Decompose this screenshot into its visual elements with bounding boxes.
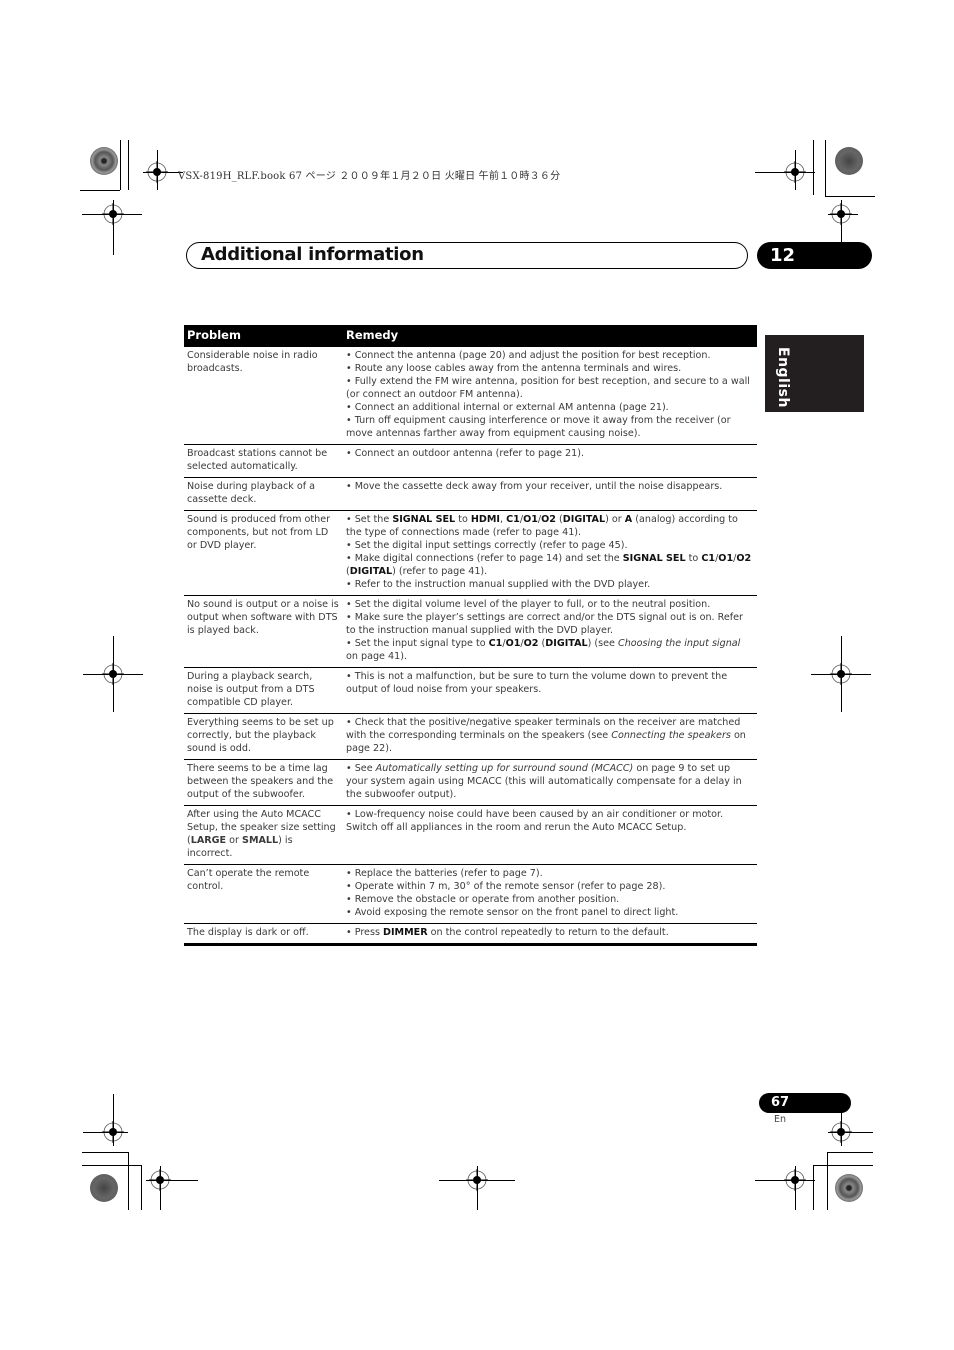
remedy-cell: • Set the digital volume level of the pl… bbox=[343, 595, 757, 668]
table-row: Considerable noise in radio broadcasts. •… bbox=[184, 347, 757, 445]
remedy-item: • Turn off equipment causing interferenc… bbox=[346, 415, 731, 439]
remedy-cell: • Check that the positive/negative speak… bbox=[343, 713, 757, 760]
remedy-item: • Refer to the instruction manual suppli… bbox=[346, 579, 651, 590]
problem-cell: Can’t operate the remote control. bbox=[184, 864, 343, 924]
remedy-item: • Route any loose cables away from the a… bbox=[346, 363, 682, 374]
problem-cell: Considerable noise in radio broadcasts. bbox=[184, 347, 343, 445]
table-row: Sound is produced from other components,… bbox=[184, 510, 757, 596]
color-target-icon bbox=[90, 147, 118, 175]
table-row: Noise during playback of a cassette deck… bbox=[184, 477, 757, 511]
remedy-item: • Connect an additional internal or exte… bbox=[346, 402, 669, 413]
table-row: The display is dark or off. • Press DIMME… bbox=[184, 923, 757, 946]
remedy-item: • Operate within 7 m, 30° of the remote … bbox=[346, 881, 666, 892]
problem-cell: There seems to be a time lag between the… bbox=[184, 759, 343, 806]
remedy-item: • Fully extend the FM wire antenna, posi… bbox=[346, 376, 750, 400]
remedy-item: • Move the cassette deck away from your … bbox=[346, 481, 723, 492]
column-header-problem: Problem bbox=[184, 325, 343, 347]
remedy-item: • Press DIMMER on the control repeatedly… bbox=[346, 927, 669, 938]
remedy-item: • Check that the positive/negative speak… bbox=[346, 717, 746, 754]
problem-cell: Noise during playback of a cassette deck… bbox=[184, 477, 343, 511]
remedy-item: • Set the SIGNAL SEL to HDMI, C1/O1/O2 (… bbox=[346, 514, 738, 538]
remedy-cell: • Set the SIGNAL SEL to HDMI, C1/O1/O2 (… bbox=[343, 510, 757, 596]
remedy-item: • This is not a malfunction, but be sure… bbox=[346, 671, 728, 695]
table-row: After using the Auto MCACC Setup, the sp… bbox=[184, 805, 757, 865]
table-row: Can’t operate the remote control. • Repla… bbox=[184, 864, 757, 924]
remedy-item: • Set the digital input settings correct… bbox=[346, 540, 628, 551]
problem-cell: No sound is output or a noise is output … bbox=[184, 595, 343, 668]
remedy-item: • Set the digital volume level of the pl… bbox=[346, 599, 711, 610]
remedy-cell: • Press DIMMER on the control repeatedly… bbox=[343, 923, 757, 946]
language-tab-label: English bbox=[775, 347, 791, 408]
remedy-item: • Make sure the player’s settings are co… bbox=[346, 612, 743, 636]
remedy-item: • Set the input signal type to C1/O1/O2 … bbox=[346, 638, 741, 662]
remedy-cell: • Connect an outdoor antenna (refer to p… bbox=[343, 444, 757, 478]
remedy-item: • Connect an outdoor antenna (refer to p… bbox=[346, 448, 585, 459]
remedy-item: • Remove the obstacle or operate from an… bbox=[346, 894, 620, 905]
table-row: There seems to be a time lag between the… bbox=[184, 759, 757, 806]
chapter-title: Additional information bbox=[201, 244, 424, 265]
problem-cell: Broadcast stations cannot be selected au… bbox=[184, 444, 343, 478]
problem-cell: During a playback search, noise is outpu… bbox=[184, 667, 343, 714]
color-target-icon bbox=[835, 147, 863, 175]
table-row: During a playback search, noise is outpu… bbox=[184, 667, 757, 714]
remedy-cell: • Low-frequency noise could have been ca… bbox=[343, 805, 757, 865]
page-number: 67 bbox=[759, 1093, 851, 1113]
page-language-code: En bbox=[774, 1114, 787, 1125]
column-header-remedy: Remedy bbox=[343, 325, 757, 347]
color-target-icon bbox=[835, 1174, 863, 1202]
print-header: VSX-819H_RLF.book 67 ページ ２００９年１月２０日 火曜日 … bbox=[178, 171, 561, 182]
language-tab: English bbox=[765, 335, 864, 412]
remedy-item: • Make digital connections (refer to pag… bbox=[346, 553, 752, 577]
table-row: Broadcast stations cannot be selected au… bbox=[184, 444, 757, 478]
problem-cell: The display is dark or off. bbox=[184, 923, 343, 946]
remedy-cell: • Move the cassette deck away from your … bbox=[343, 477, 757, 511]
remedy-item: • Low-frequency noise could have been ca… bbox=[346, 809, 724, 833]
chapter-header: Additional information bbox=[186, 242, 748, 269]
color-target-icon bbox=[90, 1174, 118, 1202]
remedy-cell: • This is not a malfunction, but be sure… bbox=[343, 667, 757, 714]
troubleshooting-table: Problem Remedy Considerable noise in rad… bbox=[184, 325, 757, 946]
chapter-number: 12 bbox=[757, 242, 872, 269]
remedy-item: • Avoid exposing the remote sensor on th… bbox=[346, 907, 679, 918]
remedy-cell: • Replace the batteries (refer to page 7… bbox=[343, 864, 757, 924]
problem-cell: Sound is produced from other components,… bbox=[184, 510, 343, 596]
table-row: No sound is output or a noise is output … bbox=[184, 595, 757, 668]
remedy-item: • Replace the batteries (refer to page 7… bbox=[346, 868, 543, 879]
table-row: Everything seems to be set up correctly,… bbox=[184, 713, 757, 760]
remedy-item: • Connect the antenna (page 20) and adju… bbox=[346, 350, 711, 361]
remedy-cell: • Connect the antenna (page 20) and adju… bbox=[343, 347, 757, 445]
table-header-row: Problem Remedy bbox=[184, 325, 757, 347]
problem-cell: Everything seems to be set up correctly,… bbox=[184, 713, 343, 760]
problem-cell: After using the Auto MCACC Setup, the sp… bbox=[184, 805, 343, 865]
remedy-item: • See Automatically setting up for surro… bbox=[346, 763, 742, 800]
remedy-cell: • See Automatically setting up for surro… bbox=[343, 759, 757, 806]
